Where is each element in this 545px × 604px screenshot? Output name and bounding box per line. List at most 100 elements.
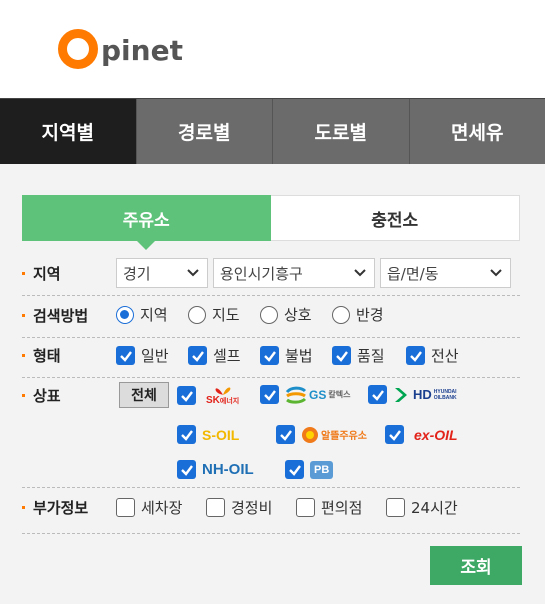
checkbox-label: 세차장	[141, 499, 183, 517]
brand-s-oil[interactable]: S-OIL	[177, 425, 239, 444]
bullet-icon	[22, 505, 25, 509]
province-select[interactable]: 경기	[116, 258, 208, 288]
checkbox-label: 일반	[141, 347, 169, 365]
tab-road[interactable]: 도로별	[272, 99, 409, 164]
brand-hd[interactable]: HD HYUNDAI OILBANK	[368, 385, 464, 404]
checkbox-convenience-store[interactable]: 편의점	[296, 497, 362, 518]
select-all-brands-button[interactable]: 전체	[119, 382, 169, 408]
province-value: 경기	[123, 264, 151, 283]
alddeul-logo: 알뜰주유소	[301, 426, 367, 444]
extra-info-row: 부가정보 세차장 경정비 편의점 24시간	[22, 490, 520, 534]
brand-sk[interactable]: SK에너지	[177, 385, 239, 406]
checkbox-checked-icon	[285, 460, 304, 479]
chevron-down-icon	[490, 269, 502, 277]
s-oil-logo: S-OIL	[202, 427, 239, 443]
brand-pb[interactable]: PB	[285, 460, 334, 479]
gs-logo-sub: 칼텍스	[328, 390, 351, 399]
brand-label: 상표	[22, 380, 61, 410]
radio-map[interactable]: 지도	[188, 304, 240, 325]
town-value: 읍/면/동	[387, 264, 439, 283]
type-label: 형태	[22, 340, 61, 370]
region-label-text: 지역	[33, 264, 61, 283]
radio-icon	[116, 305, 134, 324]
checkbox-checked-icon	[116, 346, 135, 365]
radio-icon	[260, 305, 278, 324]
checkbox-label: 24시간	[411, 499, 458, 517]
region-row: 지역 경기 용인시기흥구 읍/면/동	[22, 258, 520, 296]
ex-oil-logo: ex-OIL	[414, 426, 458, 443]
brand-ex-oil[interactable]: ex-OIL	[385, 425, 458, 444]
town-select[interactable]: 읍/면/동	[380, 258, 511, 288]
radio-name[interactable]: 상호	[260, 304, 312, 325]
gs-logo-main: GS	[309, 387, 327, 402]
checkbox-checked-icon	[406, 346, 425, 365]
hd-logo: HD HYUNDAI OILBANK	[393, 386, 464, 404]
nh-oil-logo: NH-OIL	[202, 461, 254, 478]
checkbox-unchecked-icon	[386, 498, 405, 517]
checkbox-computer[interactable]: 전산	[406, 345, 459, 366]
checkbox-car-wash[interactable]: 세차장	[116, 497, 182, 518]
search-submit-button[interactable]: 조회	[430, 546, 522, 585]
bullet-icon	[22, 271, 25, 275]
logo-text: pinet	[101, 34, 183, 67]
hd-logo-main: HD	[413, 387, 432, 402]
opinet-logo[interactable]: pinet	[58, 15, 183, 69]
checkbox-general[interactable]: 일반	[116, 345, 169, 366]
bullet-icon	[22, 393, 25, 397]
checkbox-checked-icon	[276, 425, 295, 444]
search-method-label-text: 검색방법	[33, 306, 89, 325]
checkbox-checked-icon	[385, 425, 404, 444]
header: pinet	[0, 0, 545, 98]
s-oil-logo-text: S-OIL	[202, 426, 240, 443]
checkbox-checked-icon	[368, 385, 387, 404]
checkbox-label: 불법	[285, 347, 313, 365]
sk-logo-sub: 에너지	[219, 398, 240, 405]
tab-route[interactable]: 경로별	[135, 99, 272, 164]
checkbox-illegal[interactable]: 불법	[260, 345, 313, 366]
logo-o-mark	[58, 29, 98, 69]
checkbox-label: 편의점	[321, 499, 363, 517]
bullet-icon	[22, 313, 25, 317]
pb-logo: PB	[310, 460, 334, 479]
brand-row: 상표 전체 SK에너지 GS 칼텍스 HD HYUNDAI OILBANK S-…	[22, 380, 520, 488]
alddeul-circle-icon	[302, 426, 318, 443]
radio-icon	[188, 305, 206, 324]
radio-label: 반경	[356, 306, 384, 324]
checkbox-24h[interactable]: 24시간	[386, 497, 458, 518]
subtab-gas-station[interactable]: 주유소	[22, 195, 271, 250]
sk-logo-main: SK	[206, 395, 220, 406]
radio-radius[interactable]: 반경	[332, 304, 384, 325]
brand-gs[interactable]: GS 칼텍스	[260, 385, 350, 404]
search-method-row: 검색방법 지역 지도 상호 반경	[22, 300, 520, 338]
brand-alddeul[interactable]: 알뜰주유소	[276, 425, 367, 444]
subtab-charging-station[interactable]: 충전소	[270, 195, 520, 241]
checkbox-checked-icon	[260, 385, 279, 404]
checkbox-checked-icon	[332, 346, 351, 365]
type-label-text: 형태	[33, 346, 61, 365]
checkbox-maintenance[interactable]: 경정비	[206, 497, 272, 518]
checkbox-unchecked-icon	[296, 498, 315, 517]
checkbox-checked-icon	[188, 346, 207, 365]
sk-logo: SK에너지	[206, 385, 239, 406]
checkbox-quality[interactable]: 품질	[332, 345, 385, 366]
chevron-down-icon	[354, 269, 366, 277]
tab-tax-free-oil[interactable]: 면세유	[408, 99, 545, 164]
brand-label-text: 상표	[33, 386, 61, 405]
search-method-label: 검색방법	[22, 300, 88, 330]
hd-arrow-icon	[395, 387, 407, 402]
chevron-down-icon	[187, 269, 199, 277]
type-row: 형태 일반 셀프 불법 품질 전산	[22, 340, 520, 378]
checkbox-checked-icon	[177, 425, 196, 444]
tab-region[interactable]: 지역별	[0, 99, 136, 164]
checkbox-self[interactable]: 셀프	[188, 345, 241, 366]
radio-label: 지도	[212, 306, 240, 324]
checkbox-checked-icon	[177, 460, 196, 479]
checkbox-label: 품질	[357, 347, 385, 365]
alddeul-logo-text: 알뜰주유소	[321, 431, 367, 442]
station-type-tabs: 주유소 충전소	[22, 195, 520, 250]
radio-region[interactable]: 지역	[116, 304, 168, 325]
checkbox-label: 셀프	[213, 347, 241, 365]
city-select[interactable]: 용인시기흥구	[213, 258, 375, 288]
brand-nh-oil[interactable]: NH-OIL	[177, 460, 254, 479]
search-panel: 주유소 충전소 지역 경기 용인시기흥구 읍/면/동 검색방법 지역 지도 상호…	[0, 164, 545, 604]
